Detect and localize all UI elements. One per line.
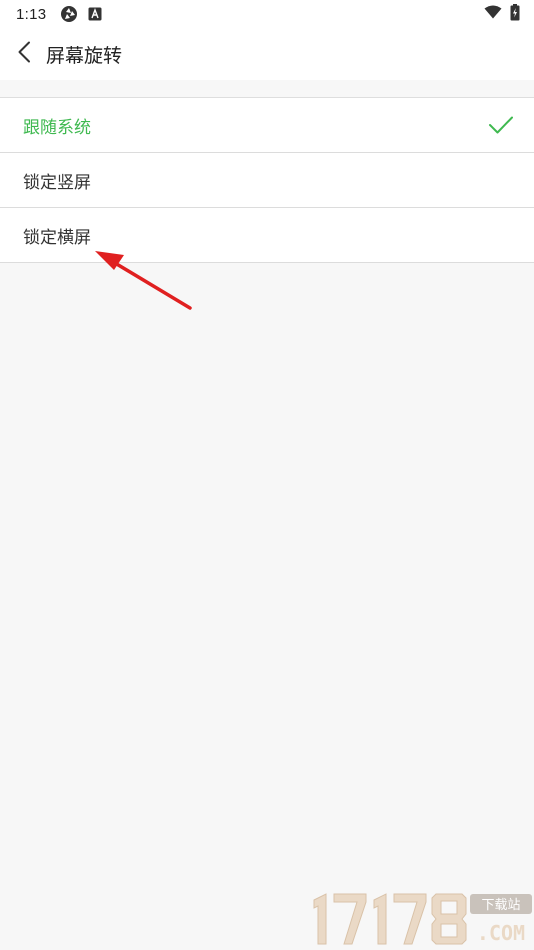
back-button[interactable] — [2, 28, 46, 80]
option-follow-system[interactable]: 跟随系统 — [0, 98, 534, 153]
option-lock-landscape[interactable]: 锁定横屏 — [0, 208, 534, 263]
app-header: 屏幕旋转 — [0, 28, 534, 80]
watermark-suffix: .COM — [477, 921, 525, 945]
system-gear-icon — [60, 5, 78, 23]
option-label: 锁定竖屏 — [23, 172, 91, 193]
page-title: 屏幕旋转 — [46, 44, 123, 67]
battery-charging-icon — [510, 3, 520, 25]
status-time: 1:13 — [16, 5, 47, 23]
screen: 1:13 屏幕旋转 跟随系统 锁定竖屏 锁定横屏 下载站 .COM 17178 — [0, 0, 534, 950]
check-icon — [488, 115, 514, 135]
option-label: 跟随系统 — [23, 117, 91, 138]
option-label: 锁定横屏 — [23, 227, 91, 248]
wifi-icon — [484, 5, 502, 23]
a-box-icon — [88, 7, 102, 21]
status-bar: 1:13 — [0, 0, 534, 28]
watermark-number: 17178 — [304, 888, 308, 889]
watermark-logo: 下载站 .COM 17178 — [304, 888, 532, 945]
chevron-left-icon — [17, 41, 31, 67]
option-lock-portrait[interactable]: 锁定竖屏 — [0, 153, 534, 208]
rotation-option-list: 跟随系统 锁定竖屏 锁定横屏 — [0, 97, 534, 263]
watermark-tag: 下载站 — [481, 898, 520, 913]
